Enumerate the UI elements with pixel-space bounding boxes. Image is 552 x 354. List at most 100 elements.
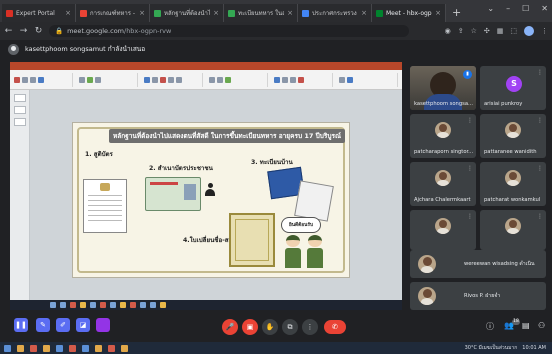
- more-vert-icon[interactable]: ⋮: [467, 165, 473, 172]
- browser-tab-bar: Expert Portal × การเกณฑ์ทหาร - บริ - Goog…: [0, 0, 552, 22]
- powerpoint-titlebar: [10, 62, 402, 70]
- browser-tab-2[interactable]: หลักฐานที่ต้องนำไปแสดง×: [150, 4, 224, 22]
- chat-icon[interactable]: ▤: [522, 321, 530, 330]
- soldier-illustration: [307, 235, 323, 271]
- taskbar-app-icon[interactable]: [30, 344, 37, 352]
- participant-name: Rivos P. ฝ่ายจำ: [464, 293, 501, 299]
- more-vert-icon[interactable]: ⋮: [467, 213, 473, 220]
- powerpoint-body: หลักฐานที่ต้องนำไปแสดงตนที่สัสดี ในการขึ…: [10, 90, 402, 300]
- participant-name: arisiai punkroy: [484, 101, 523, 107]
- browser-tab-4[interactable]: ประกาศกระทรวง (ชื่อแนบ)×: [298, 4, 372, 22]
- camera-icon[interactable]: ◉: [445, 27, 451, 35]
- present-icon[interactable]: ⧉: [282, 319, 298, 335]
- weather-text: 30°C มีเมฆเป็นส่วนมาก: [464, 345, 518, 351]
- participant-name: pattaranee wanidith: [484, 149, 537, 155]
- participant-strip-tile[interactable]: wereewan wisadsing ดำเนิน: [410, 250, 546, 278]
- activities-icon[interactable]: ⚇: [538, 321, 545, 330]
- tab-title: Meet - hbx-ogpn-rv: [386, 9, 432, 17]
- participant-tile[interactable]: ⋮ pattaranee wanidith: [480, 114, 546, 158]
- more-vert-icon[interactable]: ⋮: [537, 117, 543, 124]
- browser-tab-3[interactable]: ทะเบียนทหาร ในสำนักงาน×: [224, 4, 298, 22]
- window-controls: ⌄ – ☐ ✕: [487, 4, 548, 13]
- close-icon[interactable]: ×: [361, 9, 367, 17]
- minimize-icon[interactable]: –: [506, 4, 510, 13]
- participant-avatar: [418, 287, 436, 305]
- favicon-icon: [154, 9, 161, 17]
- participant-avatar: [505, 122, 521, 138]
- close-icon[interactable]: ×: [139, 9, 145, 17]
- favicon-icon: [6, 9, 13, 17]
- participant-tile[interactable]: S ⋮ arisiai punkroy: [480, 66, 546, 110]
- slide: หลักฐานที่ต้องนำไปแสดงตนที่สัสดี ในการขึ…: [72, 122, 350, 278]
- more-vert-icon[interactable]: ⋮: [537, 213, 543, 220]
- participant-name: kasettphoom songsa...: [414, 101, 473, 107]
- more-vert-icon[interactable]: ⋮: [302, 319, 318, 335]
- id-card-image: [145, 177, 201, 211]
- system-tray: 30°C มีเมฆเป็นส่วนมาก 10:01 AM: [465, 342, 546, 354]
- highlight-icon[interactable]: ◪: [76, 318, 90, 332]
- powerpoint-ribbon: [10, 70, 402, 90]
- close-icon[interactable]: ×: [213, 9, 219, 17]
- info-icon[interactable]: ⓘ: [486, 321, 494, 332]
- favicon-icon: [228, 9, 235, 17]
- chevron-down-icon[interactable]: ⌄: [487, 4, 494, 13]
- participant-avatar: [418, 255, 436, 273]
- more-vert-icon[interactable]: ⋮: [467, 117, 473, 124]
- participant-tile[interactable]: ⋮: [410, 210, 476, 250]
- taskbar-app-icon[interactable]: [121, 344, 128, 352]
- close-icon[interactable]: ×: [435, 9, 441, 17]
- start-icon[interactable]: [4, 344, 11, 352]
- star-icon[interactable]: ☆: [471, 27, 477, 35]
- raise-hand-icon[interactable]: ✋: [262, 319, 278, 335]
- search-icon[interactable]: [17, 344, 24, 352]
- more-vert-icon[interactable]: ⋮: [541, 27, 548, 35]
- close-icon[interactable]: ×: [287, 9, 293, 17]
- mic-off-icon[interactable]: 🎤: [222, 319, 238, 335]
- color-swatch-icon[interactable]: [96, 318, 110, 332]
- taskbar-app-icon[interactable]: [43, 344, 50, 352]
- participant-tile[interactable]: ⋮ patcharaporn singtor...: [410, 114, 476, 158]
- participant-tile[interactable]: ⋮ patcharat wonkamkul: [480, 162, 546, 206]
- participant-tile[interactable]: ⋮: [480, 210, 546, 250]
- participant-name: wereewan wisadsing ดำเนิน: [464, 261, 535, 267]
- slide-item-id-card: 2. สำเนาบัตรประชาชน: [149, 165, 213, 172]
- reload-icon[interactable]: ↻: [34, 26, 43, 36]
- taskbar-app-icon[interactable]: [56, 344, 63, 352]
- grid-icon[interactable]: ▦: [497, 27, 504, 35]
- more-vert-icon[interactable]: ⋮: [537, 165, 543, 172]
- back-icon[interactable]: ←: [4, 26, 13, 36]
- presenter-label: kasettphoom songsamut กำลังนำเสนอ: [25, 45, 146, 53]
- shared-taskbar: [10, 300, 402, 310]
- participant-strip-tile[interactable]: Rivos P. ฝ่ายจำ: [410, 282, 546, 310]
- os-taskbar: 30°C มีเมฆเป็นส่วนมาก 10:01 AM: [0, 342, 552, 354]
- browser-tab-1[interactable]: การเกณฑ์ทหาร - บริ - Google×: [76, 4, 150, 22]
- url-path: /hbx-ogpn-rvw: [124, 27, 172, 35]
- taskbar-app-icon[interactable]: [82, 344, 89, 352]
- pen-icon[interactable]: ✎: [36, 318, 50, 332]
- translate-icon[interactable]: ⬚: [510, 27, 517, 35]
- end-call-button[interactable]: ✆: [324, 320, 346, 334]
- taskbar-app-icon[interactable]: [108, 344, 115, 352]
- new-tab-button[interactable]: +: [446, 4, 467, 22]
- participant-tile[interactable]: ▮ kasettphoom songsa...: [410, 66, 476, 110]
- puzzle-icon[interactable]: ✣: [484, 27, 490, 35]
- url-field[interactable]: 🔒 meet.google.com/hbx-ogpn-rvw: [49, 25, 409, 37]
- taskbar-app-icon[interactable]: [95, 344, 102, 352]
- browser-tab-5[interactable]: Meet - hbx-ogpn-rv×: [372, 4, 446, 22]
- close-icon[interactable]: ✕: [541, 4, 548, 13]
- share-icon[interactable]: ⇪: [458, 27, 464, 35]
- profile-avatar[interactable]: [524, 26, 534, 36]
- soldier-illustration: [285, 235, 301, 271]
- marker-icon[interactable]: ✐: [56, 318, 70, 332]
- camera-off-icon[interactable]: ▣: [242, 319, 258, 335]
- taskbar-app-icon[interactable]: [69, 344, 76, 352]
- more-vert-icon[interactable]: ⋮: [537, 69, 543, 76]
- pause-icon[interactable]: ❚❚: [14, 318, 28, 332]
- forward-icon[interactable]: →: [19, 26, 28, 36]
- favicon-icon: [80, 9, 87, 17]
- maximize-icon[interactable]: ☐: [522, 4, 529, 13]
- participant-tile[interactable]: ⋮ Ajchara Chalermkaart: [410, 162, 476, 206]
- close-icon[interactable]: ×: [65, 9, 71, 17]
- participant-avatar: [435, 122, 451, 138]
- browser-tab-0[interactable]: Expert Portal ×: [2, 4, 76, 22]
